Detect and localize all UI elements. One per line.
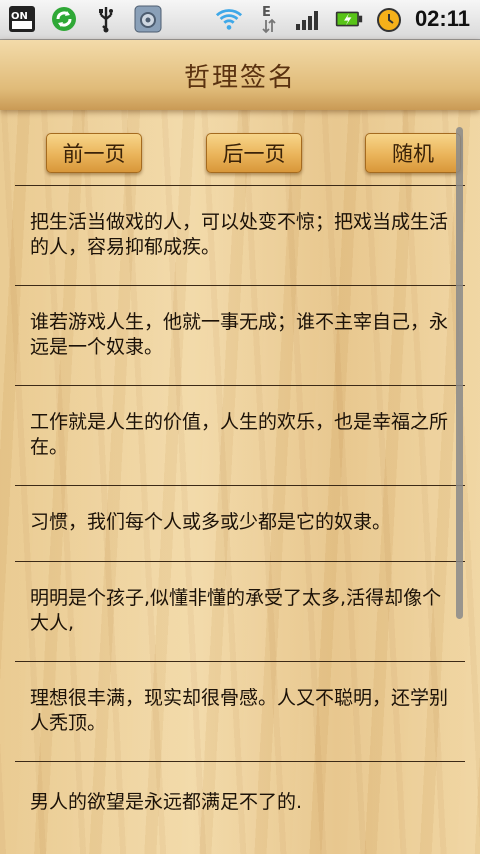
list-item[interactable]: 理想很丰满，现实却很骨感。人又不聪明，还学别人秃顶。 xyxy=(15,661,465,761)
next-page-button[interactable]: 后一页 xyxy=(206,133,302,173)
battery-charging-icon xyxy=(335,5,363,33)
svg-text:E: E xyxy=(262,5,271,20)
scrollbar[interactable] xyxy=(456,127,463,619)
notification-icons: ON xyxy=(8,5,162,33)
usb-icon xyxy=(92,5,120,33)
list-item[interactable]: 男人的欲望是永远都满足不了的. xyxy=(15,761,465,851)
list-item[interactable]: 谁若游戏人生，他就一事无成；谁不主宰自己，永远是一个奴隶。 xyxy=(15,285,465,385)
list-item[interactable]: 工作就是人生的价值，人生的欢乐，也是幸福之所在。 xyxy=(15,385,465,485)
wifi-icon xyxy=(215,5,243,33)
title-bar: 哲理签名 xyxy=(0,40,480,110)
quote-content: 前一页 后一页 随机 把生活当做戏的人，可以处变不惊；把戏当成生活的人，容易抑郁… xyxy=(0,110,480,854)
sync-icon xyxy=(50,5,78,33)
list-item[interactable]: 把生活当做戏的人，可以处变不惊；把戏当成生活的人，容易抑郁成疾。 xyxy=(15,185,465,285)
page-title: 哲理签名 xyxy=(183,62,296,93)
system-icons: E 02:11 xyxy=(215,5,470,34)
edge-data-icon: E xyxy=(255,5,283,34)
clock-time: 02:11 xyxy=(414,6,470,31)
signal-icon xyxy=(295,5,323,33)
settings-app-icon xyxy=(134,5,162,33)
random-button[interactable]: 随机 xyxy=(365,133,461,173)
list-item[interactable]: 习惯，我们每个人或多或少都是它的奴隶。 xyxy=(15,485,465,561)
quote-list: 把生活当做戏的人，可以处变不惊；把戏当成生活的人，容易抑郁成疾。 谁若游戏人生，… xyxy=(15,185,465,851)
status-bar: ON E 02:11 xyxy=(0,0,480,40)
on-off-icon: ON xyxy=(8,5,36,33)
alarm-icon xyxy=(375,5,403,33)
previous-page-button[interactable]: 前一页 xyxy=(46,133,142,173)
on-off-text: ON xyxy=(11,11,28,22)
list-item[interactable]: 明明是个孩子,似懂非懂的承受了太多,活得却像个大人, xyxy=(15,561,465,661)
